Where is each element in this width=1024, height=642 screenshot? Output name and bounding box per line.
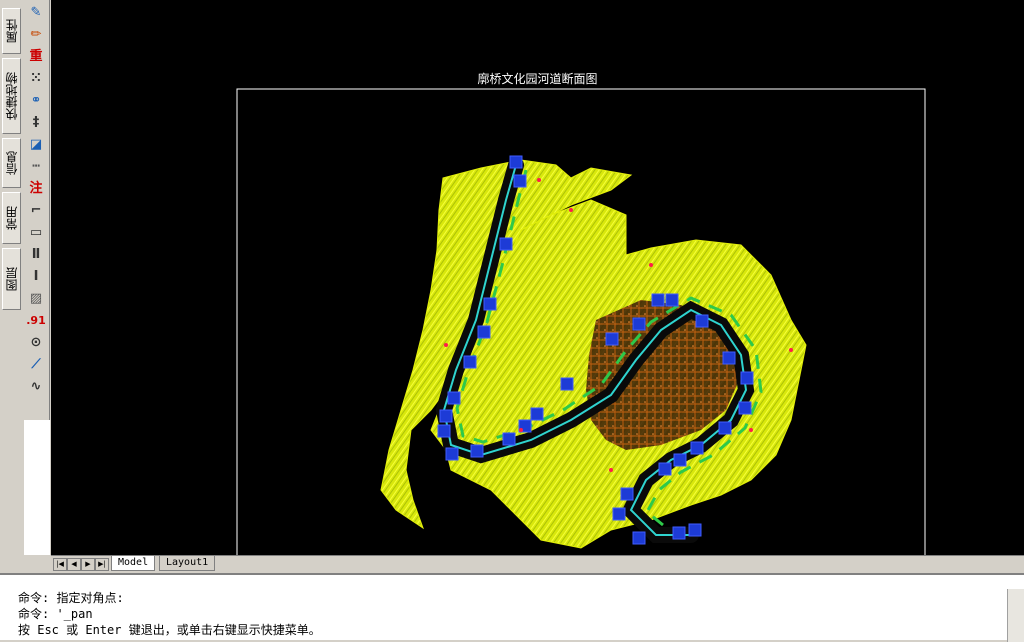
command-prompt-line: 按 Esc 或 Enter 键退出，或单击右键显示快捷菜单。 xyxy=(18,623,321,637)
polygon-tool-icon: ⌐ xyxy=(30,202,42,218)
sidebar-tab-label: 常用 xyxy=(4,206,19,230)
rectangle-tool-button[interactable]: ▭ xyxy=(25,222,47,242)
tab-last-button[interactable]: ▶| xyxy=(95,558,109,571)
drawing-viewport xyxy=(236,88,926,555)
sidebar-tab-strip: 属性 快捷地物 信息 常用 图层 xyxy=(0,0,25,555)
number-tool-button[interactable]: .91 xyxy=(25,310,47,330)
toolbar-empty-area xyxy=(24,420,50,555)
annotate-tool-icon: 注 xyxy=(29,180,43,196)
sidebar-tab-common[interactable]: 常用 xyxy=(2,192,21,244)
annotate-tool-button[interactable]: 注 xyxy=(25,178,47,198)
sidebar-tab-layer[interactable]: 图层 xyxy=(2,248,21,310)
node-edit-tool-icon: ⁙ xyxy=(30,70,42,86)
tab-first-button[interactable]: |◀ xyxy=(53,558,67,571)
pencil-tool-button[interactable]: ✎ xyxy=(25,2,47,22)
redraw-tool-button[interactable]: 重 xyxy=(25,46,47,66)
hatch-tool-button[interactable]: ▨ xyxy=(25,288,47,308)
color-pencil-tool-icon: ✏ xyxy=(30,26,42,42)
circle-tool-icon: ⊙ xyxy=(30,334,42,350)
tab-next-button[interactable]: ▶ xyxy=(81,558,95,571)
sidebar-tab-quick-feature[interactable]: 快捷地物 xyxy=(2,58,21,134)
link-tool-icon: ⚭ xyxy=(30,92,42,108)
measure-tool-button[interactable]: ┅ xyxy=(25,156,47,176)
measure-tool-icon: ┅ xyxy=(32,158,40,174)
curve-tool-button[interactable]: ∿ xyxy=(25,376,47,396)
layout-tab-bar: |◀ ◀ ▶ ▶| Model Layout1 xyxy=(51,555,1024,572)
drawing-toolbar: ✎ ✏ 重 ⁙ ⚭ ‡ ◪ ┅ 注 ⌐ ▭ Ⅱ Ⅰ ▨ .91 ⊙ ⟋ ∿ xyxy=(24,0,50,420)
node-edit-tool-button[interactable]: ⁙ xyxy=(25,68,47,88)
tab-layout1[interactable]: Layout1 xyxy=(159,556,216,571)
line-tool-button[interactable]: ⟋ xyxy=(25,354,47,374)
drawing-canvas[interactable]: 廓桥文化园河道断面图 xyxy=(51,0,1024,555)
link-tool-button[interactable]: ⚭ xyxy=(25,90,47,110)
polygon-tool-button[interactable]: ⌐ xyxy=(25,200,47,220)
redraw-tool-icon: 重 xyxy=(29,48,43,64)
dimension-tool-button[interactable]: Ⅰ xyxy=(25,266,47,286)
parallel-tool-button[interactable]: Ⅱ xyxy=(25,244,47,264)
coordinate-tool-icon: ‡ xyxy=(32,114,40,130)
circle-tool-button[interactable]: ⊙ xyxy=(25,332,47,352)
parallel-tool-icon: Ⅱ xyxy=(31,246,41,262)
area-tool-icon: ◪ xyxy=(29,136,43,152)
command-scrollbar[interactable] xyxy=(1007,589,1024,642)
number-tool-icon: .91 xyxy=(26,313,46,327)
color-pencil-tool-button[interactable]: ✏ xyxy=(25,24,47,44)
sidebar-tab-label: 快捷地物 xyxy=(4,72,19,120)
area-tool-button[interactable]: ◪ xyxy=(25,134,47,154)
dimension-tool-icon: Ⅰ xyxy=(33,268,39,284)
command-history-line: 命令: '_pan xyxy=(18,607,93,621)
pencil-tool-icon: ✎ xyxy=(30,4,42,20)
sidebar-tab-info[interactable]: 信息 xyxy=(2,138,21,188)
command-window[interactable]: 命令: 指定对角点: 命令: '_pan 按 Esc 或 Enter 键退出，或… xyxy=(0,573,1024,642)
sidebar-tab-label: 信息 xyxy=(4,151,19,175)
rectangle-tool-icon: ▭ xyxy=(29,224,43,240)
line-tool-icon: ⟋ xyxy=(31,356,41,372)
command-history-line: 命令: 指定对角点: xyxy=(18,591,124,605)
sidebar-tab-label: 属性 xyxy=(4,19,19,43)
coordinate-tool-button[interactable]: ‡ xyxy=(25,112,47,132)
hatch-tool-icon: ▨ xyxy=(29,290,43,306)
tab-prev-button[interactable]: ◀ xyxy=(67,558,81,571)
tab-model[interactable]: Model xyxy=(111,556,156,571)
curve-tool-icon: ∿ xyxy=(30,378,42,394)
sidebar-tab-properties[interactable]: 属性 xyxy=(2,8,21,54)
sidebar-tab-label: 图层 xyxy=(4,267,19,291)
